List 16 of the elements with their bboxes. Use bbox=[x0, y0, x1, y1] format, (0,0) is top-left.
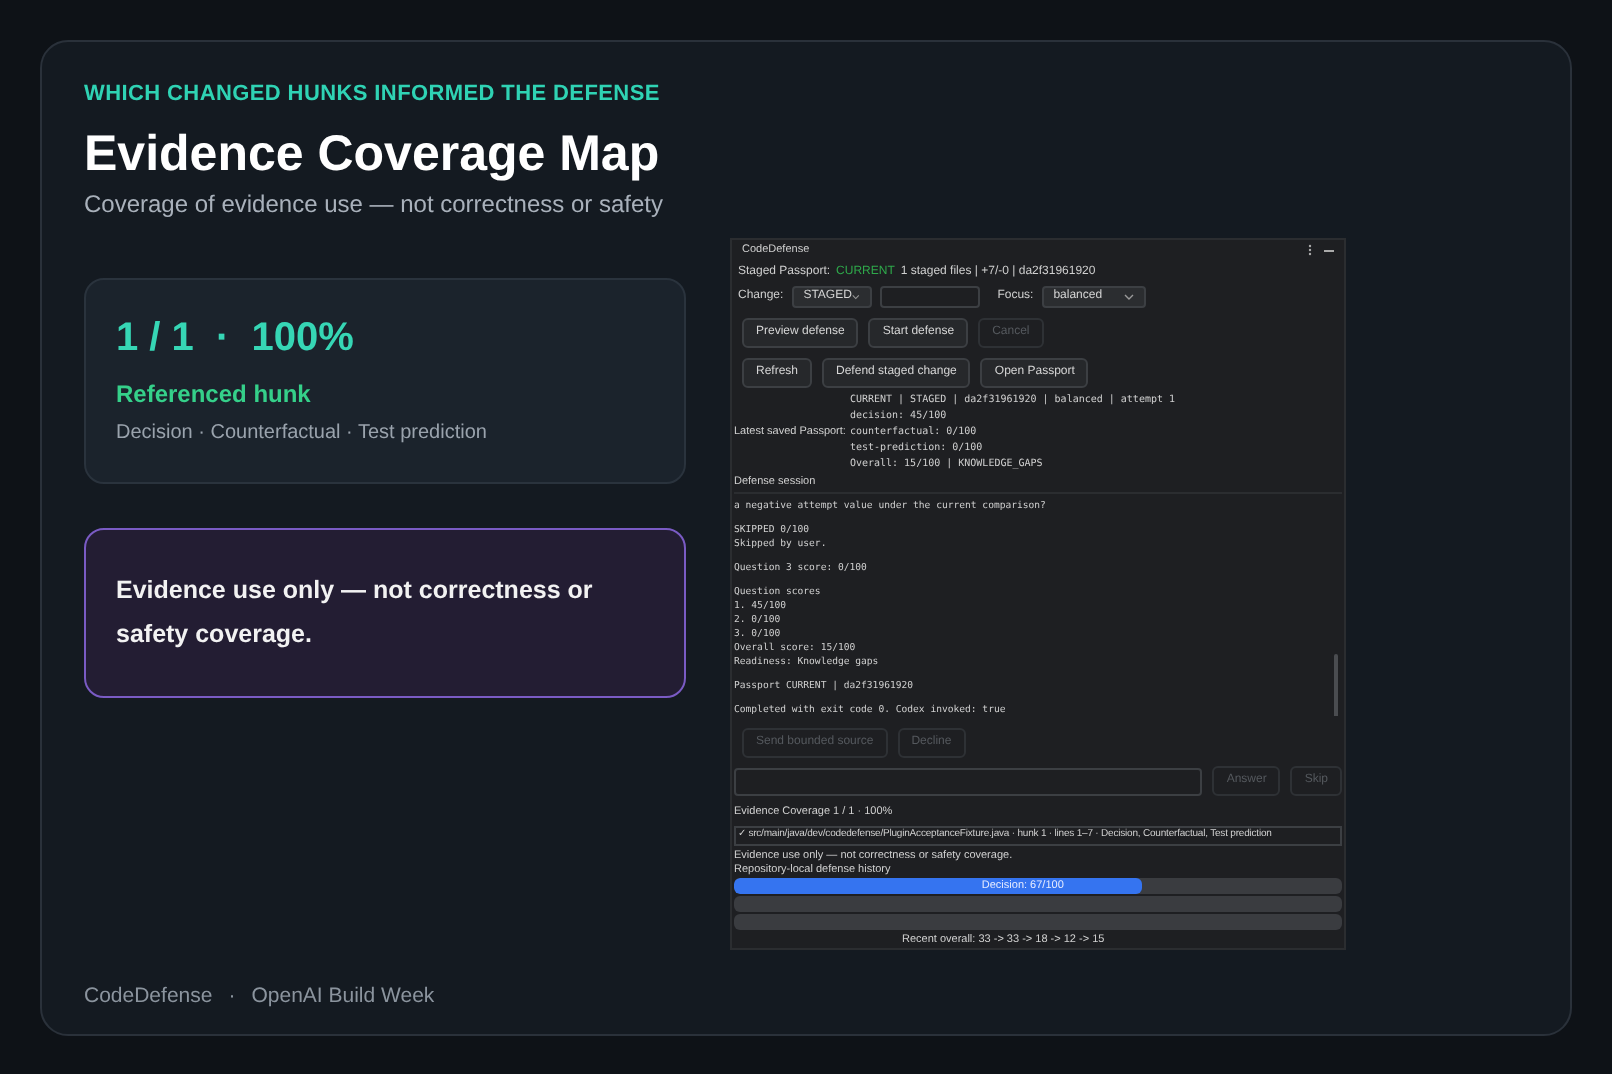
stat-label: Referenced hunk bbox=[116, 377, 313, 411]
answer-field[interactable] bbox=[734, 767, 1203, 796]
coverage-value: 1 / 1 · 100% bbox=[116, 313, 356, 363]
subtitle-text: Coverage of evidence use — not correctness or safety bbox=[84, 187, 665, 219]
text-field[interactable] bbox=[879, 286, 980, 309]
page-title: Evidence Coverage Map bbox=[84, 123, 662, 185]
footer-event: OpenAI Build Week bbox=[251, 982, 435, 1013]
chevron-down-icon bbox=[1123, 294, 1134, 301]
footer-brand: CodeDefense bbox=[84, 982, 213, 1013]
footer-separator: · bbox=[228, 982, 236, 1013]
minimize-icon[interactable] bbox=[1324, 249, 1334, 252]
scrollbar-thumb[interactable] bbox=[1334, 653, 1338, 717]
note-text: Evidence use only — not correctness or safety coverage. bbox=[116, 574, 595, 652]
chevron-down-icon bbox=[851, 294, 860, 301]
stat-detail: Decision · Counterfactual · Test prediction bbox=[116, 419, 489, 447]
eyebrow-text: WHICH CHANGED HUNKS INFORMED THE DEFENSE bbox=[84, 80, 662, 110]
